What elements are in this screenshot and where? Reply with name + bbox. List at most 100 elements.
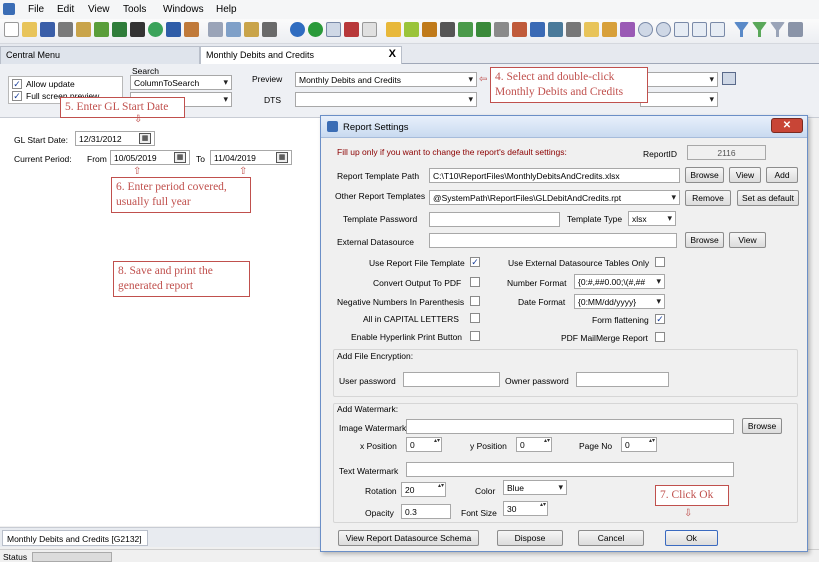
- calc-icon[interactable]: [130, 22, 145, 37]
- image-icon[interactable]: [512, 22, 527, 37]
- font-size-spinner[interactable]: 30: [503, 501, 548, 516]
- chart-icon[interactable]: [458, 22, 473, 37]
- tab-close-icon[interactable]: X: [389, 48, 396, 60]
- database-icon[interactable]: [548, 22, 563, 37]
- menu-view[interactable]: View: [88, 4, 110, 15]
- tab-central-menu[interactable]: Central Menu: [0, 46, 200, 64]
- cancel-button[interactable]: Cancel: [578, 530, 644, 546]
- tools-icon[interactable]: [184, 22, 199, 37]
- search-icon[interactable]: [638, 22, 653, 37]
- remove-template-button[interactable]: Remove: [685, 190, 731, 206]
- allow-update-checkbox[interactable]: ✓: [12, 79, 22, 89]
- ok-button[interactable]: Ok: [665, 530, 718, 546]
- clipboard-icon[interactable]: [244, 22, 259, 37]
- key-icon[interactable]: [620, 22, 635, 37]
- browse-watermark-button[interactable]: Browse: [742, 418, 782, 434]
- add-template-button[interactable]: Add: [766, 167, 798, 183]
- menu-tools[interactable]: Tools: [123, 4, 146, 15]
- text-watermark-input[interactable]: [406, 462, 734, 477]
- calendar-icon[interactable]: [326, 22, 341, 37]
- print-icon[interactable]: [58, 22, 73, 37]
- menu-file[interactable]: File: [28, 4, 44, 15]
- grid-icon[interactable]: [112, 22, 127, 37]
- external-datasource-input[interactable]: [429, 233, 677, 248]
- to-calendar-icon[interactable]: ▦: [276, 152, 288, 163]
- settings-icon[interactable]: [788, 22, 803, 37]
- template-password-input[interactable]: [429, 212, 560, 227]
- filter-icon[interactable]: [734, 22, 749, 37]
- save-icon[interactable]: [40, 22, 55, 37]
- gl-start-calendar-icon[interactable]: ▦: [139, 133, 151, 144]
- menu-edit[interactable]: Edit: [57, 4, 74, 15]
- zoom-icon[interactable]: [656, 22, 671, 37]
- from-calendar-icon[interactable]: ▦: [174, 152, 186, 163]
- image-watermark-input[interactable]: [406, 419, 734, 434]
- keyboard-icon[interactable]: [440, 22, 455, 37]
- number-format-select[interactable]: {0:#,##0.00;\(#,##: [574, 274, 665, 289]
- undo-icon[interactable]: [166, 22, 181, 37]
- home-icon[interactable]: [94, 22, 109, 37]
- x-position-spinner[interactable]: 0: [406, 437, 442, 452]
- filter-remove-icon[interactable]: [770, 22, 785, 37]
- use-report-template-checkbox[interactable]: ✓: [470, 257, 480, 267]
- grid-view-icon[interactable]: [722, 72, 736, 85]
- view-template-button[interactable]: View: [729, 167, 761, 183]
- window-icon[interactable]: [674, 22, 689, 37]
- filter-add-icon[interactable]: [752, 22, 767, 37]
- preview-select[interactable]: Monthly Debits and Credits: [295, 72, 477, 87]
- pdf-mailmerge-checkbox[interactable]: [655, 332, 665, 342]
- export-icon[interactable]: [476, 22, 491, 37]
- refresh-icon[interactable]: [148, 22, 163, 37]
- brush-icon[interactable]: [566, 22, 581, 37]
- external-tables-checkbox[interactable]: [655, 257, 665, 267]
- cm-icon[interactable]: [344, 22, 359, 37]
- full-screen-checkbox[interactable]: ✓: [12, 91, 22, 101]
- table-icon[interactable]: [262, 22, 277, 37]
- user-password-input[interactable]: [403, 372, 500, 387]
- search-column-select[interactable]: ColumnToSearch: [130, 75, 232, 90]
- set-default-button[interactable]: Set as default: [737, 190, 799, 206]
- cut-icon[interactable]: [208, 22, 223, 37]
- opacity-input[interactable]: 0.3: [401, 504, 451, 519]
- folder-icon[interactable]: [530, 22, 545, 37]
- other-templates-select[interactable]: @SystemPath\ReportFiles\GLDebitAndCredit…: [429, 190, 680, 205]
- open-icon[interactable]: [22, 22, 37, 37]
- chat-icon[interactable]: [584, 22, 599, 37]
- leaf-icon[interactable]: [404, 22, 419, 37]
- copy-icon[interactable]: [76, 22, 91, 37]
- edit-icon[interactable]: [362, 22, 377, 37]
- color-select[interactable]: Blue: [503, 480, 567, 495]
- template-path-input[interactable]: C:\T10\ReportFiles\MonthlyDebitsAndCredi…: [429, 168, 680, 183]
- help-icon[interactable]: [290, 22, 305, 37]
- g-icon[interactable]: [422, 22, 437, 37]
- question-icon[interactable]: [308, 22, 323, 37]
- convert-pdf-checkbox[interactable]: [470, 277, 480, 287]
- lock-icon[interactable]: [602, 22, 617, 37]
- right-select-1[interactable]: [640, 72, 718, 87]
- view-schema-button[interactable]: View Report Datasource Schema: [338, 530, 479, 546]
- rotation-spinner[interactable]: 20: [401, 482, 446, 497]
- date-format-select[interactable]: {0:MM/dd/yyyy}: [574, 294, 665, 309]
- paste-icon[interactable]: [226, 22, 241, 37]
- list-icon[interactable]: [494, 22, 509, 37]
- browse-template-button[interactable]: Browse: [685, 167, 724, 183]
- menu-help[interactable]: Help: [216, 4, 237, 15]
- document-tab[interactable]: Monthly Debits and Credits [G2132]: [2, 530, 148, 546]
- hyperlink-print-checkbox[interactable]: [470, 331, 480, 341]
- view-datasource-button[interactable]: View: [729, 232, 766, 248]
- capital-letters-checkbox[interactable]: [470, 313, 480, 323]
- y-position-spinner[interactable]: 0: [516, 437, 552, 452]
- star-icon[interactable]: [386, 22, 401, 37]
- browse-datasource-button[interactable]: Browse: [685, 232, 724, 248]
- page-no-spinner[interactable]: 0: [621, 437, 657, 452]
- new-icon[interactable]: [4, 22, 19, 37]
- template-type-select[interactable]: xlsx: [628, 211, 676, 226]
- form-flattening-checkbox[interactable]: ✓: [655, 314, 665, 324]
- dispose-button[interactable]: Dispose: [497, 530, 563, 546]
- owner-password-input[interactable]: [576, 372, 669, 387]
- dialog-close-icon[interactable]: ✕: [771, 118, 803, 133]
- tab-monthly-debits[interactable]: Monthly Debits and Credits X: [200, 46, 402, 64]
- right-select-2[interactable]: [640, 92, 718, 107]
- frame-icon[interactable]: [692, 22, 707, 37]
- doc-icon[interactable]: [710, 22, 725, 37]
